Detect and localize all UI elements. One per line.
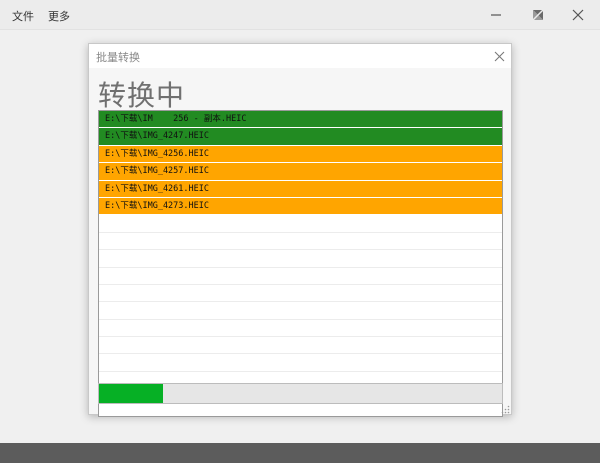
file-row[interactable]: E:\下载\IMG_4247.HEIC — [99, 128, 502, 146]
file-row[interactable]: E:\下载\IMG_4273.HEIC — [99, 197, 502, 216]
file-row[interactable]: E:\下载\IMG_4256.HEIC — [99, 145, 502, 164]
file-path: E:\下载\IMG_4261.HEIC — [105, 183, 209, 194]
empty-row — [99, 319, 502, 338]
file-row[interactable]: E:\下载\IMG_4257.HEIC — [99, 163, 502, 181]
file-path: E:\下载\IM 256 - 副本.HEIC — [105, 114, 247, 124]
empty-row — [99, 337, 502, 355]
app-titlebar: 文件 更多 — [0, 0, 600, 30]
file-path: E:\下载\IMG_4256.HEIC — [105, 148, 209, 159]
dialog-close-button[interactable] — [491, 48, 507, 64]
file-path: E:\下载\IMG_4257.HEIC — [105, 166, 209, 177]
empty-row — [99, 232, 502, 251]
app-close-button[interactable] — [567, 4, 589, 26]
footer-bar — [0, 443, 600, 463]
empty-row — [99, 215, 502, 233]
progress-fill — [99, 384, 164, 403]
empty-row — [99, 354, 502, 372]
close-icon — [494, 51, 504, 61]
dialog-titlebar: 批量转换 — [89, 44, 511, 68]
conversion-progress-bar — [98, 383, 503, 404]
minimize-button[interactable] — [485, 4, 507, 26]
file-path: E:\下载\IMG_4273.HEIC — [105, 200, 209, 211]
file-list[interactable]: E:\下载\IM 256 - 副本.HEIC E:\下载\IMG_4247.HE… — [98, 110, 503, 417]
empty-row — [99, 284, 502, 303]
menu-more[interactable]: 更多 — [48, 8, 70, 24]
empty-row — [99, 302, 502, 320]
minimize-icon — [491, 14, 501, 16]
batch-convert-dialog: 批量转换 转换中 E:\下载\IM 256 - 副本.HEIC E:\下载\IM… — [88, 43, 512, 417]
resize-grip-icon[interactable] — [501, 404, 510, 414]
file-path: E:\下载\IMG_4247.HEIC — [105, 131, 209, 142]
menu-file[interactable]: 文件 — [12, 8, 34, 24]
empty-row — [99, 250, 502, 268]
main-window: 文件 更多 批量转换 转换中 E:\下载\IM 256 - 副本.HEIC E:… — [0, 0, 600, 463]
file-row[interactable]: E:\下载\IM 256 - 副本.HEIC — [99, 111, 502, 129]
dialog-title: 批量转换 — [96, 51, 140, 64]
status-heading: 转换中 — [98, 79, 186, 112]
restore-icon — [532, 9, 544, 21]
file-row[interactable]: E:\下载\IMG_4261.HEIC — [99, 180, 502, 198]
close-icon — [572, 9, 584, 21]
empty-row — [99, 267, 502, 285]
restore-button[interactable] — [527, 4, 549, 26]
